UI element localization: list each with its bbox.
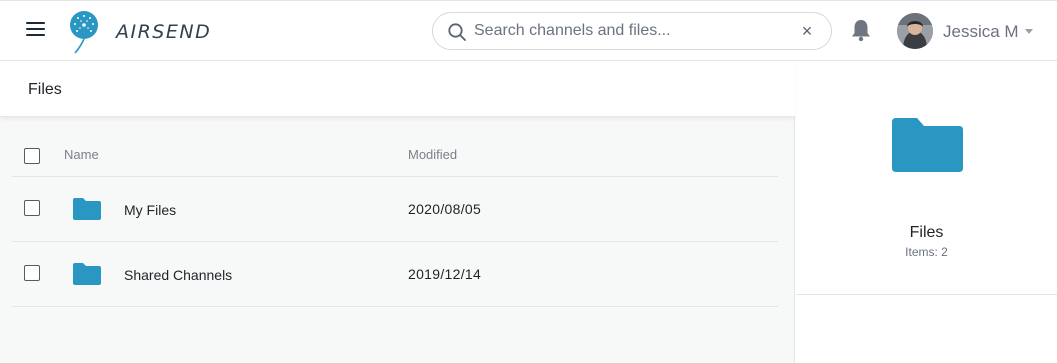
file-name[interactable]: My Files [124,202,176,218]
folder-icon [73,198,101,220]
folder-icon [73,263,101,285]
avatar[interactable] [897,13,933,49]
folder-icon [892,118,963,172]
bell-icon[interactable] [850,18,872,42]
search-icon [448,23,466,41]
file-modified: 2019/12/14 [408,266,482,282]
search-input[interactable] [474,21,784,41]
chevron-down-icon[interactable] [1025,29,1033,34]
page-title: Files [28,81,62,98]
select-all-checkbox[interactable] [24,148,40,164]
details-item-count: Items: 2 [905,245,948,259]
divider [796,294,1057,295]
app-logo-text: AIRSEND [116,21,212,43]
page-header: Files [0,61,795,117]
table-row[interactable]: My Files 2020/08/05 [12,177,778,242]
file-modified: 2020/08/05 [408,201,482,217]
search-box: × [432,12,832,50]
row-checkbox[interactable] [24,265,40,281]
dandelion-logo-icon[interactable] [66,10,102,54]
close-icon[interactable]: × [801,22,813,40]
top-bar: AIRSEND × Jessica M [0,0,1057,61]
column-header-name[interactable]: Name [64,147,99,162]
file-name[interactable]: Shared Channels [124,267,232,283]
file-browser: Files Name Modified My Files 2020/08/05 … [0,61,795,363]
menu-icon[interactable] [26,22,45,38]
row-checkbox[interactable] [24,200,40,216]
file-table: Name Modified My Files 2020/08/05 Shared… [12,137,778,307]
user-name[interactable]: Jessica M [943,22,1019,42]
details-title: Files [909,224,944,241]
table-row[interactable]: Shared Channels 2019/12/14 [12,242,778,307]
column-header-modified[interactable]: Modified [408,147,457,162]
table-header: Name Modified [12,137,778,177]
details-panel: Files Items: 2 [796,61,1057,363]
